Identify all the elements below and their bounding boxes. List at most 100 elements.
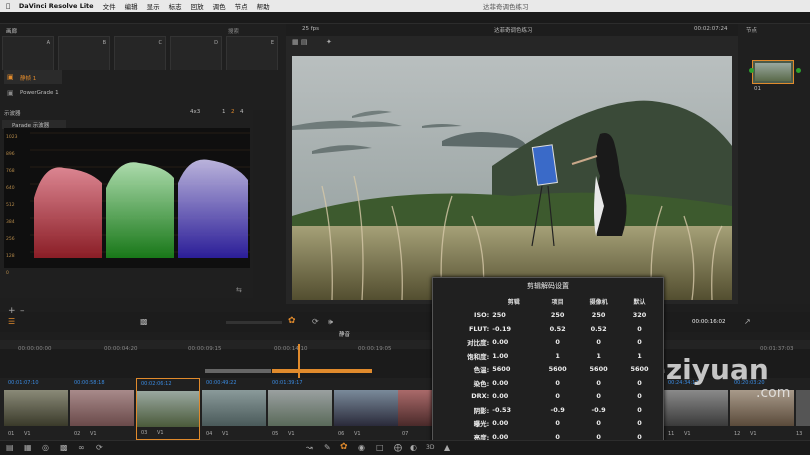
clip-decode-settings-dialog: 剪辑解码设置 剪辑 项目 摄像机 默认 ISO: 250 250 250 320 FLU…	[432, 277, 664, 443]
blur-icon[interactable]: ◐	[410, 443, 417, 452]
selected-clip-bar[interactable]	[272, 369, 372, 373]
color-wheel-icon[interactable]: ✿	[340, 442, 348, 452]
link-icon[interactable]: ∞	[78, 443, 85, 452]
clip-value[interactable]: 250	[490, 309, 537, 323]
clip-01[interactable]: 00:01:07:10 01 V1	[4, 378, 68, 440]
memory-d[interactable]: D	[170, 36, 222, 72]
header-camera: 摄像机	[589, 299, 608, 307]
expand-icon[interactable]: ↗	[744, 317, 751, 326]
window-icon[interactable]: □	[376, 443, 384, 452]
node-01[interactable]	[752, 60, 794, 84]
playhead-slider[interactable]	[226, 321, 282, 324]
default-value: 0	[637, 338, 642, 347]
clip-number: 07	[402, 431, 409, 437]
scope-page-1[interactable]: 1	[222, 109, 226, 115]
clip-thumbnail	[268, 390, 332, 426]
node-input[interactable]	[749, 68, 754, 73]
clip-value[interactable]: 1.00	[490, 349, 537, 363]
menu-edit[interactable]: 编辑	[125, 1, 138, 11]
globe-icon[interactable]: ◉	[358, 443, 365, 452]
clip-05[interactable]: 00:01:39:17 05 V1	[268, 378, 332, 440]
camera-value: 250	[591, 311, 606, 320]
picker-icon[interactable]: ✎	[324, 443, 331, 452]
clip-value[interactable]: -0.19	[490, 322, 537, 336]
menu-nodes[interactable]: 节点	[235, 1, 248, 11]
clip-name[interactable]: 达菲奇调色练习	[494, 26, 533, 34]
tracker-icon[interactable]: ⨁	[394, 443, 402, 452]
clip-thumbnail	[70, 390, 134, 426]
memory-c[interactable]: C	[114, 36, 166, 72]
list-icon[interactable]: ☰	[8, 317, 15, 326]
curve-icon[interactable]: ↝	[306, 443, 313, 452]
color-wheel-icon[interactable]: ✿	[288, 316, 296, 326]
clip-thumbnail	[398, 390, 432, 426]
menu-help[interactable]: 帮助	[257, 1, 270, 11]
fullscreen-icon[interactable]: ▩	[140, 317, 148, 326]
wand-icon[interactable]: ✦	[326, 38, 332, 46]
clip-value[interactable]: 0.00	[490, 390, 537, 404]
clip-value[interactable]: 5600	[490, 363, 537, 377]
tick-label: 00:00:14:10	[274, 346, 308, 352]
clip-value[interactable]: 0.00	[490, 417, 537, 431]
memory-label: E	[270, 40, 274, 46]
tick: 896	[6, 152, 15, 157]
clip-07[interactable]: 07	[398, 378, 432, 440]
still-item[interactable]: ▣ 静帧 1	[4, 70, 62, 84]
target-icon[interactable]: ◎	[42, 443, 49, 452]
apple-icon[interactable]: 	[6, 2, 10, 10]
clip-bar[interactable]	[205, 369, 271, 373]
project-value: 0	[555, 338, 560, 347]
menu-mark[interactable]: 标志	[169, 1, 182, 11]
powergrade-item[interactable]: ▣ PowerGrade 1	[4, 86, 84, 100]
menu-view[interactable]: 显示	[147, 1, 160, 11]
volume-icon[interactable]: 🕪	[328, 317, 333, 327]
clip-04[interactable]: 00:00:49:22 04 V1	[202, 378, 266, 440]
grid-icon[interactable]: ▦	[24, 443, 32, 452]
clip-value[interactable]: 0.00	[490, 376, 537, 390]
header-clip: 剪辑	[507, 299, 520, 307]
source-timecode: 00:02:07:24	[694, 26, 728, 32]
still-label: 静帧 1	[20, 76, 37, 82]
keyframe-icon[interactable]: ▲	[444, 443, 450, 452]
node-output[interactable]	[796, 68, 801, 73]
clip-track: V1	[90, 431, 97, 437]
clip-02[interactable]: 00:00:58:18 02 V1	[70, 378, 134, 440]
camera-value: 1	[596, 351, 601, 360]
table-row: 阴影: -0.53 -0.9 -0.9 0	[438, 403, 660, 417]
scope-page-4[interactable]: 4	[240, 109, 244, 115]
remove-icon[interactable]: –	[20, 306, 25, 316]
scope-ratio[interactable]: 4x3	[190, 109, 200, 115]
viewer-mode-icon[interactable]: ▦ ▤	[292, 38, 307, 46]
image-icon[interactable]: ▩	[60, 443, 68, 452]
camera-value: 0	[596, 338, 601, 347]
menu-file[interactable]: 文件	[103, 1, 116, 11]
default-value: 0	[637, 324, 642, 333]
memory-e[interactable]: E	[226, 36, 278, 72]
3d-icon[interactable]: 3D	[426, 444, 434, 451]
loop-icon[interactable]: ⟳	[312, 317, 319, 326]
clip-timecode: 00:00:58:18	[74, 380, 105, 386]
camera-value: -0.9	[591, 405, 606, 414]
scope-settings-icon[interactable]: ⇆	[236, 286, 242, 294]
memory-a[interactable]: A	[2, 36, 54, 72]
clip-timecode: 00:01:39:17	[272, 380, 303, 386]
refresh-icon[interactable]: ⟳	[96, 443, 103, 452]
powergrade-label: PowerGrade 1	[20, 90, 59, 96]
clip-06[interactable]: 06 V1	[334, 378, 398, 440]
media-icon[interactable]: ▤	[6, 443, 14, 452]
tick-label: 00:00:19:05	[358, 346, 392, 352]
default-value: 0	[637, 419, 642, 428]
clip-03[interactable]: 00:02:06:12 03 V1	[136, 378, 200, 440]
memory-b[interactable]: B	[58, 36, 110, 72]
search-label[interactable]: 搜索	[228, 27, 239, 35]
menu-playback[interactable]: 回放	[191, 1, 204, 11]
row-label: ISO:	[474, 311, 490, 320]
app-name[interactable]: DaVinci Resolve Lite	[19, 2, 94, 10]
scope-page-2[interactable]: 2	[231, 109, 235, 115]
add-icon[interactable]: +	[8, 306, 16, 316]
clip-value[interactable]: -0.53	[490, 403, 537, 417]
node-id: 01	[754, 86, 761, 92]
clip-value[interactable]: 0.00	[490, 336, 537, 350]
clip-track: V1	[684, 431, 691, 437]
menu-color[interactable]: 调色	[213, 1, 226, 11]
